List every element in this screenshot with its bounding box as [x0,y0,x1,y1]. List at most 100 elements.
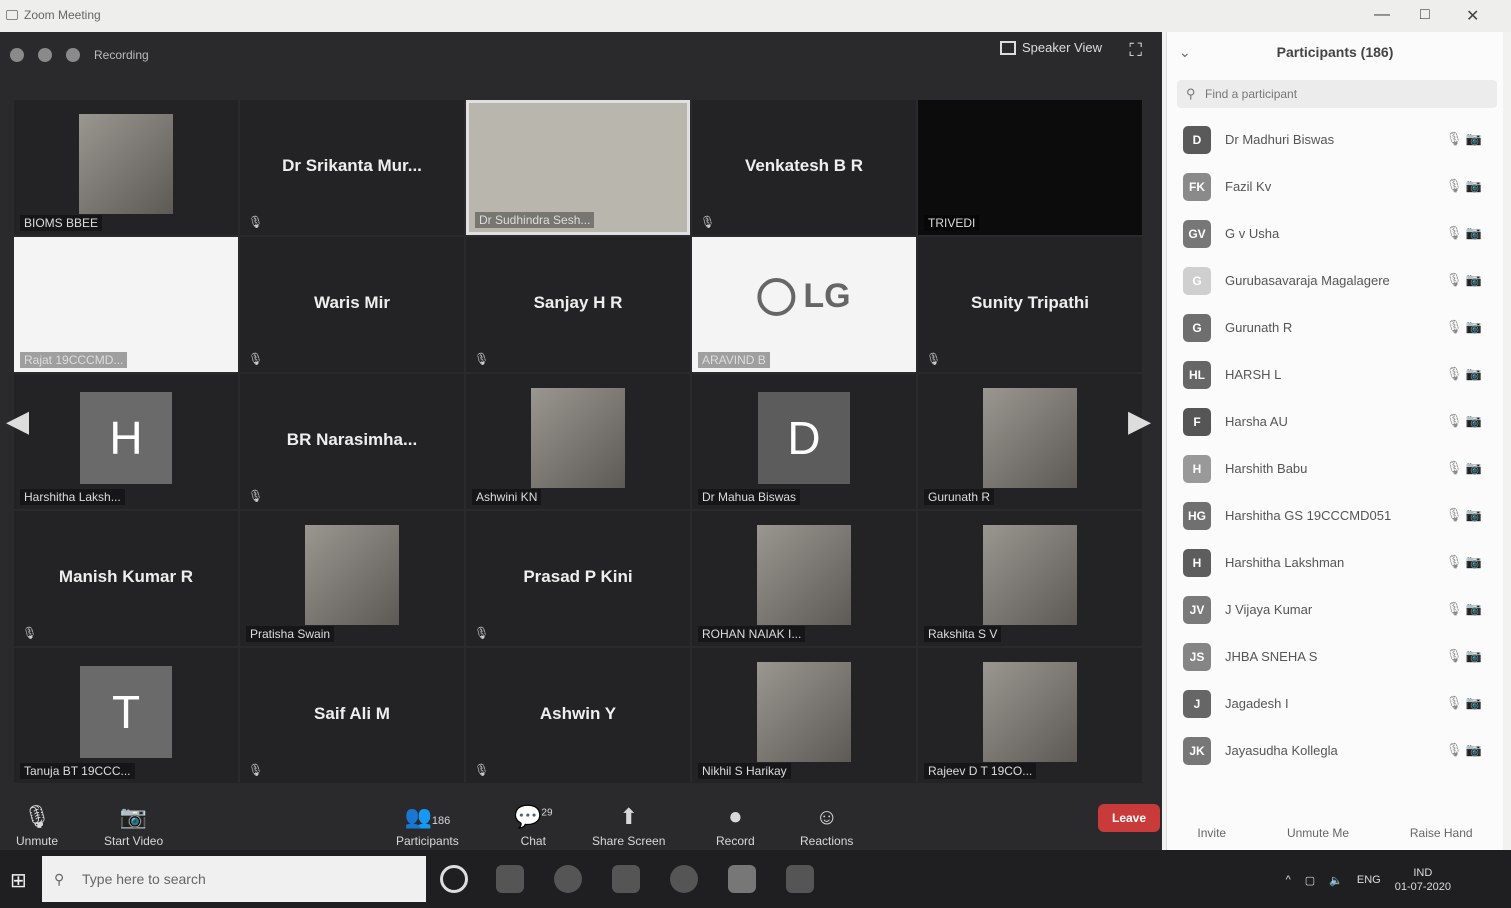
video-tile[interactable]: D Dr Mahua Biswas [692,374,916,509]
participant-label: Rakshita S V [924,626,1002,642]
participant-row[interactable]: HG Harshitha GS 19CCCMD051 🎙 📷 [1167,494,1504,541]
video-tile[interactable]: TRIVEDI [918,100,1142,235]
video-tile[interactable]: Rajat 19CCCMD... [14,237,238,372]
participant-row-icons: 🎙 📷 [1446,648,1482,664]
participants-panel: ⌄ Participants (186) ⚲ Find a participant… [1166,32,1503,850]
word-icon[interactable] [786,865,814,893]
participant-row-icons: 🎙 📷 [1446,695,1482,711]
prev-page-arrow-icon[interactable]: ◀ [6,404,29,439]
leave-button[interactable]: Leave [1098,804,1160,832]
participant-photo [757,525,851,625]
video-tile[interactable]: Venkatesh B R 🎙 [692,100,916,235]
participant-name: Sunity Tripathi [970,293,1090,312]
lg-text: LG [803,277,851,315]
participant-avatar: F [1183,408,1211,436]
network-icon[interactable]: ▢ [1305,874,1315,887]
maximize-button[interactable]: □ [1420,6,1430,24]
participant-row[interactable]: G Gurunath R 🎙 📷 [1167,306,1504,353]
speaker-view-button[interactable]: Speaker View [1000,40,1102,55]
mic-muted-icon: 🎙 [1445,131,1466,146]
fullscreen-icon[interactable]: ⛶ [1129,40,1142,61]
reactions-icon: ☺ [815,804,838,829]
unmute-button[interactable]: 🎙 Unmute [16,804,58,848]
video-tile[interactable]: Pratisha Swain [240,511,464,646]
video-tile[interactable]: Dr Srikanta Mur... 🎙 [240,100,464,235]
participant-row[interactable]: D Dr Madhuri Biswas 🎙 📷 [1167,118,1504,165]
video-tile[interactable]: Prasad P Kini 🎙 [466,511,690,646]
video-tile[interactable]: LG ARAVIND B [692,237,916,372]
start-video-button[interactable]: 📷 Start Video [104,804,163,848]
video-tile[interactable]: Gurunath R [918,374,1142,509]
participant-photo [531,388,625,488]
participant-row[interactable]: J Jagadesh I 🎙 📷 [1167,682,1504,729]
participant-row-name: Gurubasavaraja Magalagere [1225,273,1390,288]
browser-icon[interactable] [670,865,698,893]
participant-search-input[interactable]: ⚲ Find a participant [1177,80,1497,108]
participant-row[interactable]: H Harshitha Lakshman 🎙 📷 [1167,541,1504,588]
video-tile[interactable]: ROHAN NAIAK I... [692,511,916,646]
taskbar-search-input[interactable]: ⚲ Type here to search [42,856,426,902]
video-tile[interactable]: Ashwin Y 🎙 [466,648,690,783]
task-view-icon[interactable] [496,865,524,893]
file-explorer-icon[interactable] [612,865,640,893]
minimize-button[interactable]: — [1374,6,1390,24]
participant-row[interactable]: JK Jayasudha Kollegla 🎙 📷 [1167,729,1504,776]
record-button[interactable]: ⏺ Record [716,804,755,848]
participant-row[interactable]: HL HARSH L 🎙 📷 [1167,353,1504,400]
video-tile[interactable]: H Harshitha Laksh... [14,374,238,509]
video-tile[interactable]: Rajeev D T 19CO... [918,648,1142,783]
tray-chevron-icon[interactable]: ^ [1286,874,1291,886]
chat-button[interactable]: 💬29 Chat [514,804,553,848]
video-tile[interactable]: Nikhil S Harikay [692,648,916,783]
lg-logo: LG [757,277,851,316]
raise-hand-button[interactable]: Raise Hand [1410,826,1473,840]
participant-label: Ashwini KN [472,489,542,505]
search-icon: ⚲ [1186,86,1196,101]
participants-button[interactable]: 👥186 Participants [396,804,459,848]
info-icon[interactable] [10,48,24,62]
participant-row[interactable]: FK Fazil Kv 🎙 📷 [1167,165,1504,212]
video-tile[interactable]: Dr Sudhindra Sesh... [466,100,690,235]
video-tile[interactable]: Manish Kumar R 🎙 [14,511,238,646]
share-screen-icon: ⬆ [619,804,638,829]
invite-button[interactable]: Invite [1197,826,1226,840]
reactions-button[interactable]: ☺ Reactions [800,804,853,848]
mic-muted-icon: 🎙 [1445,178,1466,193]
video-tile[interactable]: Ashwini KN [466,374,690,509]
participant-row[interactable]: JV J Vijaya Kumar 🎙 📷 [1167,588,1504,635]
cortana-icon[interactable] [440,865,468,893]
share-screen-button[interactable]: ⬆ Share Screen [592,804,665,848]
mic-muted-icon: 🎙 [1445,695,1466,710]
participant-row-icons: 🎙 📷 [1446,178,1482,194]
unmute-me-button[interactable]: Unmute Me [1287,826,1349,840]
participant-row-icons: 🎙 📷 [1446,460,1482,476]
participant-row-icons: 🎙 📷 [1446,742,1482,758]
speaker-view-label: Speaker View [1022,40,1102,55]
video-tile[interactable]: Sunity Tripathi 🎙 [918,237,1142,372]
participant-row[interactable]: G Gurubasavaraja Magalagere 🎙 📷 [1167,259,1504,306]
zoom-taskbar-icon[interactable] [728,865,756,893]
video-tile[interactable]: Saif Ali M 🎙 [240,648,464,783]
language-indicator[interactable]: ENG [1357,874,1381,886]
participant-row[interactable]: GV G v Usha 🎙 📷 [1167,212,1504,259]
video-tile[interactable]: Waris Mir 🎙 [240,237,464,372]
chrome-icon[interactable] [554,865,582,893]
security-shield-icon[interactable] [38,48,52,62]
participants-label: Participants [396,834,459,848]
video-tile[interactable]: Sanjay H R 🎙 [466,237,690,372]
mic-muted-icon: 🎙 [1445,554,1466,569]
video-tile[interactable]: BR Narasimha... 🎙 [240,374,464,509]
video-tile[interactable]: T Tanuja BT 19CCC... [14,648,238,783]
video-tile[interactable]: BIOMS BBEE [14,100,238,235]
close-button[interactable]: ✕ [1466,6,1479,26]
avatar-letter: H [109,412,143,464]
video-tile[interactable]: Rakshita S V [918,511,1142,646]
volume-icon[interactable]: 🔈 [1329,874,1343,887]
windows-start-icon[interactable]: ⊞ [10,868,27,893]
next-page-arrow-icon[interactable]: ▶ [1128,404,1151,439]
participant-row[interactable]: H Harshith Babu 🎙 📷 [1167,447,1504,494]
participant-label: ARAVIND B [698,352,770,368]
participant-row[interactable]: JS JHBA SNEHA S 🎙 📷 [1167,635,1504,682]
participant-row[interactable]: F Harsha AU 🎙 📷 [1167,400,1504,447]
clock[interactable]: IND 01-07-2020 [1395,866,1451,894]
